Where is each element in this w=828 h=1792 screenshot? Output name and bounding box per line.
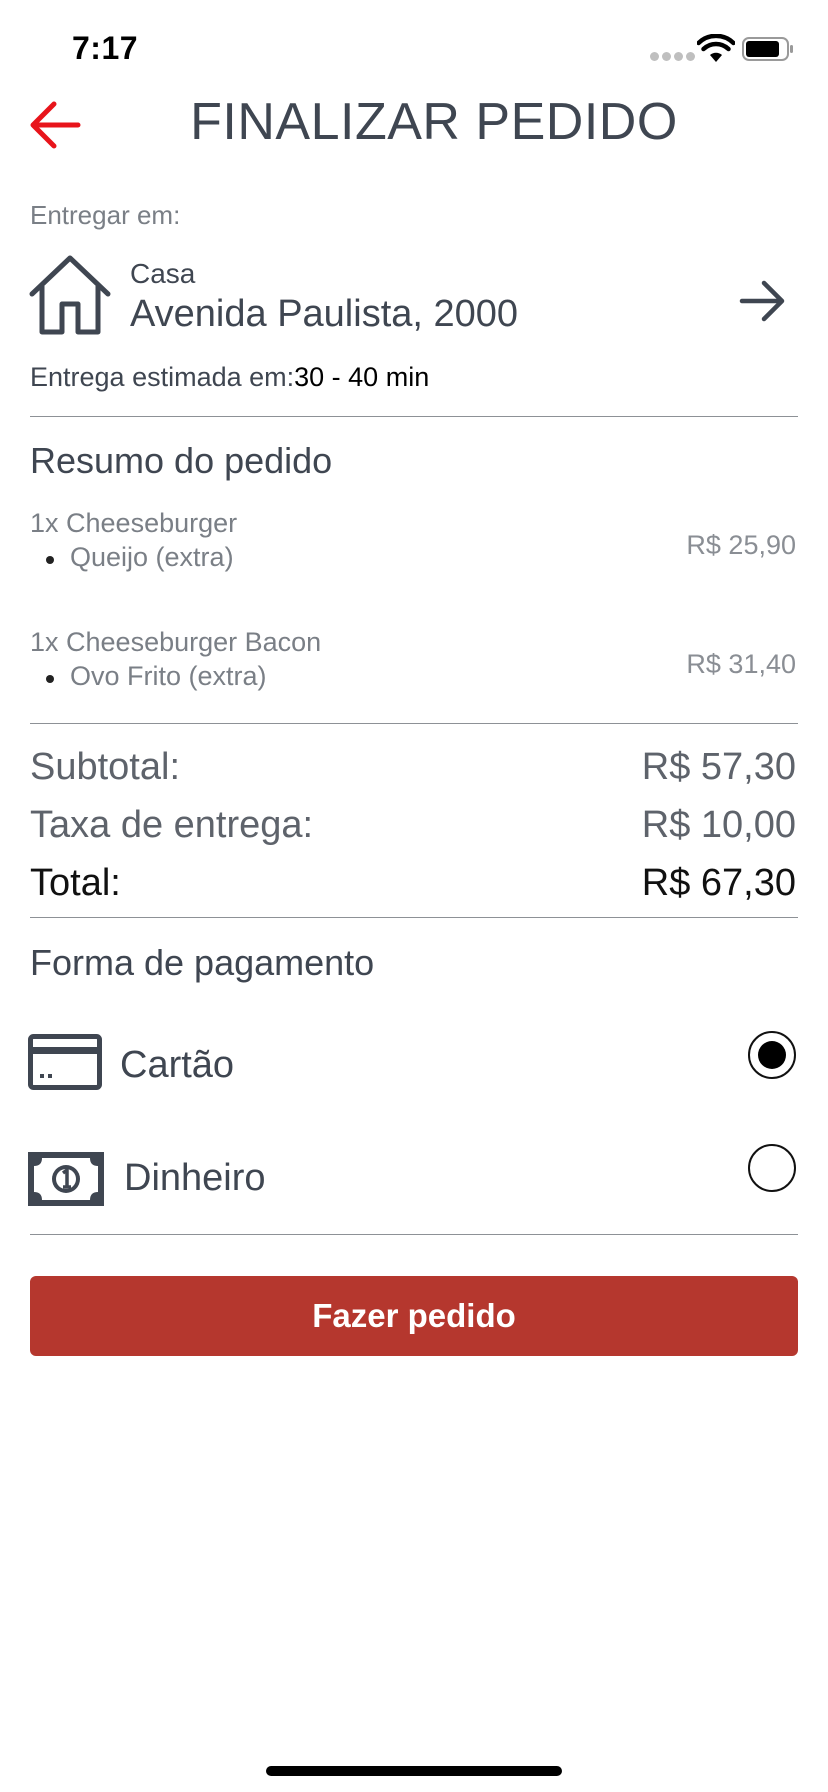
subtotal-label: Subtotal: xyxy=(30,746,180,788)
payment-option-cash-label[interactable]: Dinheiro xyxy=(124,1157,266,1200)
place-order-button[interactable]: Fazer pedido xyxy=(30,1276,798,1356)
delivery-fee-value: R$ 10,00 xyxy=(641,804,796,846)
delivery-fee-label: Taxa de entrega: xyxy=(30,804,314,846)
order-item-extra: Ovo Frito (extra) xyxy=(70,661,267,691)
delivery-eta: Entrega estimada em:30 - 40 min xyxy=(30,362,429,393)
radio-selected-dot xyxy=(758,1041,786,1069)
eta-label: Entrega estimada em: xyxy=(30,362,295,392)
divider xyxy=(30,1234,798,1235)
payment-option-card-label[interactable]: Cartão xyxy=(120,1044,234,1087)
address-name: Casa xyxy=(130,258,196,289)
address-line: Avenida Paulista, 2000 xyxy=(130,293,519,335)
deliver-to-label: Entregar em: xyxy=(30,200,181,230)
order-item-extra: Queijo (extra) xyxy=(70,542,234,572)
battery-icon xyxy=(742,37,793,61)
bullet xyxy=(46,675,54,683)
wifi-icon xyxy=(697,34,735,62)
cellular-signal-icon xyxy=(650,52,700,62)
cash-icon xyxy=(28,1152,104,1206)
order-summary-title: Resumo do pedido xyxy=(30,440,333,481)
divider xyxy=(30,917,798,918)
divider xyxy=(30,416,798,417)
payment-radio-card[interactable] xyxy=(748,1031,796,1079)
home-indicator xyxy=(266,1766,562,1776)
change-address-arrow-icon[interactable] xyxy=(738,278,788,324)
divider xyxy=(30,723,798,724)
total-value: R$ 67,30 xyxy=(641,862,796,904)
order-item-name: 1x Cheeseburger xyxy=(30,508,238,538)
subtotal-value: R$ 57,30 xyxy=(641,746,796,788)
payment-radio-cash[interactable] xyxy=(748,1144,796,1192)
bullet xyxy=(46,556,54,564)
status-time: 7:17 xyxy=(72,30,139,66)
credit-card-icon xyxy=(28,1034,102,1090)
page-title: FINALIZAR PEDIDO xyxy=(190,93,678,151)
order-item-name: 1x Cheeseburger Bacon xyxy=(30,627,322,657)
payment-method-title: Forma de pagamento xyxy=(30,942,375,983)
eta-value: 30 - 40 min xyxy=(294,362,430,392)
total-label: Total: xyxy=(30,862,121,904)
order-item-price: R$ 31,40 xyxy=(686,649,796,679)
home-icon xyxy=(29,255,111,335)
order-item-price: R$ 25,90 xyxy=(686,530,796,560)
